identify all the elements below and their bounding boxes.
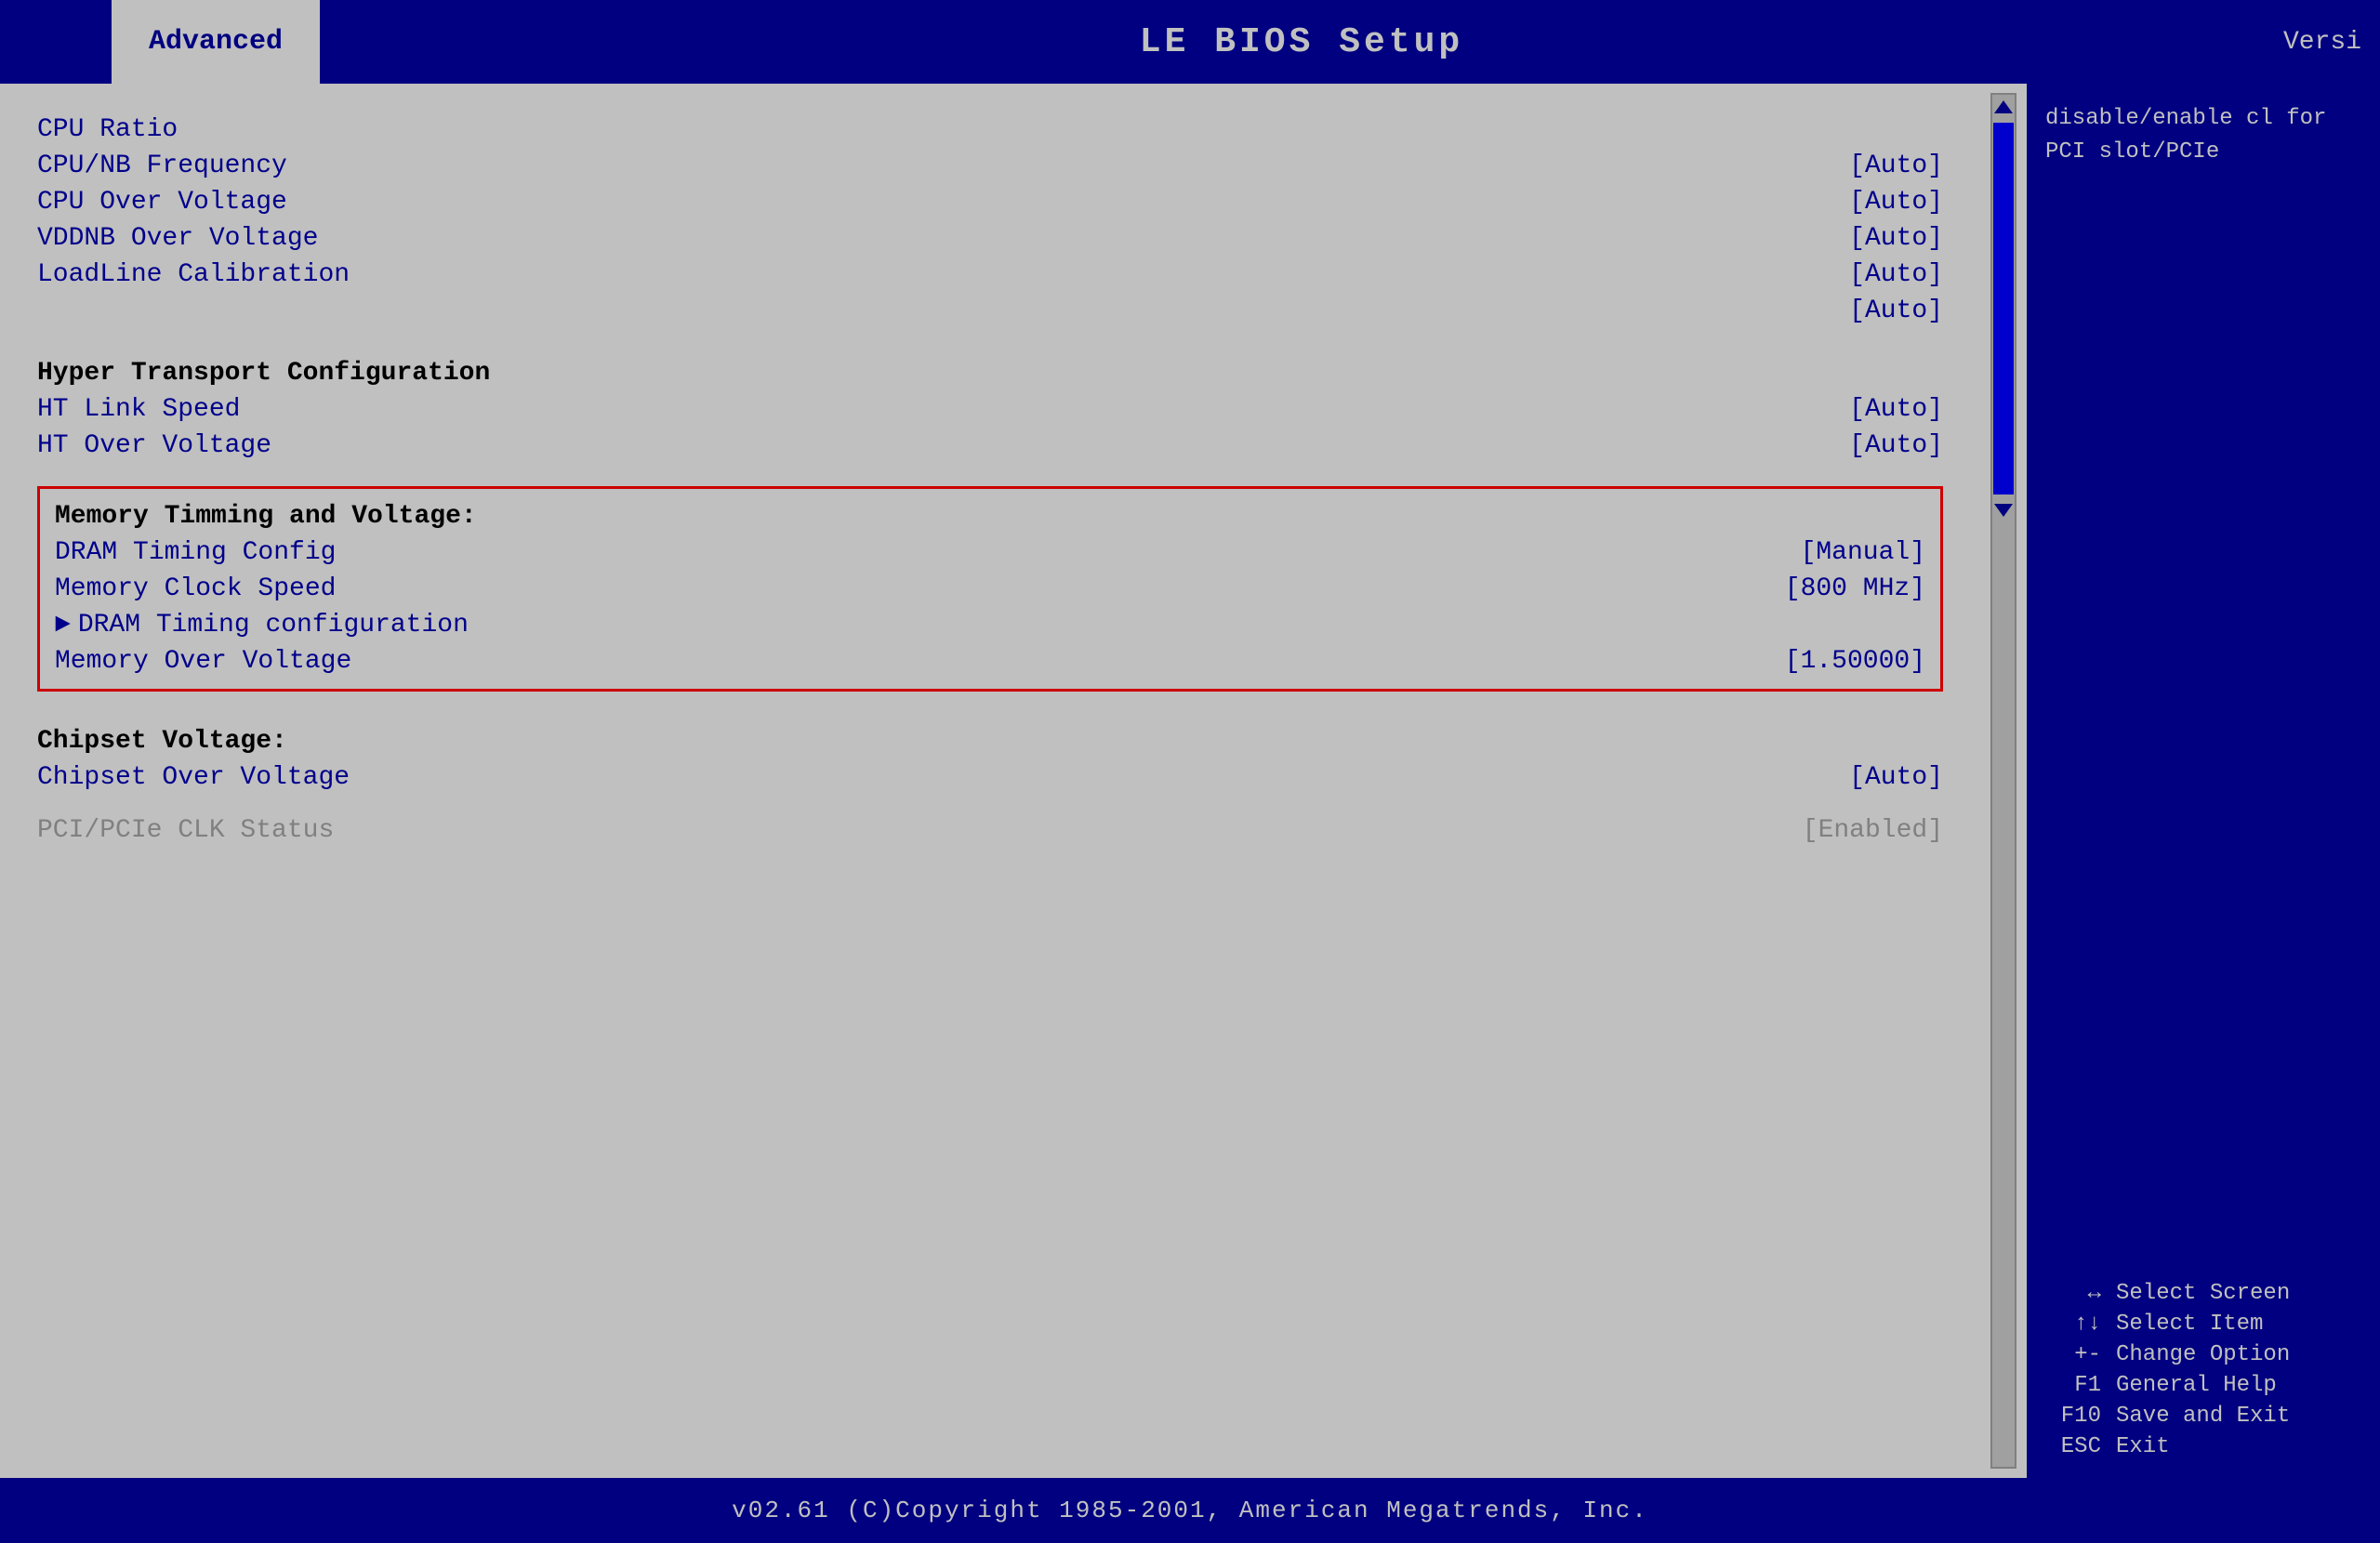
- pci-pcie-value: [Enabled]: [1803, 816, 1943, 845]
- memory-section-highlight: Memory Timming and Voltage: DRAM Timing …: [37, 486, 1943, 692]
- dram-timing-config-label: DRAM Timing Config: [55, 538, 336, 567]
- spacer: [37, 697, 1943, 714]
- loadline-value: [Auto]: [1849, 260, 1943, 289]
- key-help-row: F10 Save and Exit: [2045, 1404, 2361, 1429]
- key-desc-f10: Save and Exit: [2116, 1404, 2290, 1429]
- footer: v02.61 (C)Copyright 1985-2001, American …: [0, 1478, 2380, 1543]
- chipset-section-header: Chipset Voltage:: [37, 714, 1943, 759]
- content-panel: CPU Ratio CPU/NB Frequency [Auto] CPU Ov…: [0, 84, 1980, 1478]
- bios-screen: Advanced LE BIOS Setup Versi CPU Ratio C…: [0, 0, 2380, 1543]
- spacer: [37, 464, 1943, 481]
- list-item[interactable]: CPU Ratio: [37, 112, 1943, 148]
- chipset-over-voltage-value: [Auto]: [1849, 763, 1943, 792]
- list-item[interactable]: VDDNB Over Voltage [Auto]: [37, 220, 1943, 257]
- cpu-ratio-label: CPU Ratio: [37, 115, 178, 144]
- key-symbol-f10: F10: [2045, 1404, 2101, 1429]
- key-symbol-pm: +-: [2045, 1342, 2101, 1367]
- list-item[interactable]: PCI/PCIe CLK Status [Enabled]: [37, 812, 1943, 849]
- ht-link-speed-value: [Auto]: [1849, 395, 1943, 424]
- key-desc-esc: Exit: [2116, 1434, 2170, 1459]
- key-symbol-lr: ↔: [2045, 1281, 2101, 1306]
- key-help-row: ↔ Select Screen: [2045, 1281, 2361, 1306]
- key-symbol-f1: F1: [2045, 1373, 2101, 1398]
- vddnb-value: [Auto]: [1849, 224, 1943, 253]
- key-help-row: ↑↓ Select Item: [2045, 1312, 2361, 1337]
- key-desc-f1: General Help: [2116, 1373, 2277, 1398]
- tab-advanced[interactable]: Advanced: [112, 0, 320, 84]
- header-title: LE BIOS Setup: [320, 0, 2283, 84]
- memory-clock-speed-label: Memory Clock Speed: [55, 574, 336, 603]
- list-item: [Auto]: [37, 293, 1943, 329]
- cpu-over-voltage-label: CPU Over Voltage: [37, 188, 287, 217]
- list-item[interactable]: Memory Clock Speed [800 MHz]: [55, 571, 1925, 607]
- key-help-row: F1 General Help: [2045, 1373, 2361, 1398]
- memory-over-voltage-label: Memory Over Voltage: [55, 647, 351, 676]
- vddnb-label: VDDNB Over Voltage: [37, 224, 318, 253]
- scrollbar-arrow-down[interactable]: [1994, 504, 2013, 517]
- key-symbol-ud: ↑↓: [2045, 1312, 2101, 1337]
- scrollbar-arrow-up[interactable]: [1994, 100, 2013, 113]
- extra-auto-value: [Auto]: [1849, 297, 1943, 325]
- spacer: [37, 329, 1943, 346]
- scrollbar-thumb[interactable]: [1993, 123, 2014, 495]
- right-info-text: disable/enable cl for PCI slot/PCIe: [2045, 102, 2361, 169]
- list-item[interactable]: LoadLine Calibration [Auto]: [37, 257, 1943, 293]
- list-item[interactable]: CPU Over Voltage [Auto]: [37, 184, 1943, 220]
- memory-over-voltage-value: [1.50000]: [1785, 647, 1925, 676]
- chipset-over-voltage-label: Chipset Over Voltage: [37, 763, 350, 792]
- cpu-over-voltage-value: [Auto]: [1849, 188, 1943, 217]
- scrollbar-area: [1980, 84, 2027, 1478]
- list-item[interactable]: HT Over Voltage [Auto]: [37, 428, 1943, 464]
- list-item[interactable]: DRAM Timing Config [Manual]: [55, 534, 1925, 571]
- ht-over-voltage-label: HT Over Voltage: [37, 431, 271, 460]
- key-help-row: ESC Exit: [2045, 1434, 2361, 1459]
- list-item[interactable]: CPU/NB Frequency [Auto]: [37, 148, 1943, 184]
- list-item[interactable]: Memory Over Voltage [1.50000]: [55, 643, 1925, 679]
- pci-pcie-label: PCI/PCIe CLK Status: [37, 816, 334, 845]
- dram-timing-config-sub-label: ►DRAM Timing configuration: [55, 611, 469, 640]
- ht-over-voltage-value: [Auto]: [1849, 431, 1943, 460]
- dram-timing-config-value: [Manual]: [1801, 538, 1925, 567]
- list-item[interactable]: Chipset Over Voltage [Auto]: [37, 759, 1943, 796]
- key-desc-lr: Select Screen: [2116, 1281, 2290, 1306]
- key-desc-pm: Change Option: [2116, 1342, 2290, 1367]
- list-item[interactable]: ►DRAM Timing configuration: [55, 607, 1925, 643]
- key-help-row: +- Change Option: [2045, 1342, 2361, 1367]
- header-version: Versi: [2283, 0, 2380, 84]
- top-bar: Advanced LE BIOS Setup Versi: [0, 0, 2380, 84]
- memory-section-header: Memory Timming and Voltage:: [55, 498, 1925, 534]
- ht-link-speed-label: HT Link Speed: [37, 395, 240, 424]
- cpu-nb-freq-value: [Auto]: [1849, 152, 1943, 180]
- cpu-nb-freq-label: CPU/NB Frequency: [37, 152, 287, 180]
- key-help-section: ↔ Select Screen ↑↓ Select Item +- Change…: [2045, 1281, 2361, 1459]
- footer-text: v02.61 (C)Copyright 1985-2001, American …: [732, 1497, 1648, 1524]
- spacer: [37, 796, 1943, 812]
- memory-clock-speed-value: [800 MHz]: [1785, 574, 1925, 603]
- key-desc-ud: Select Item: [2116, 1312, 2263, 1337]
- key-symbol-esc: ESC: [2045, 1434, 2101, 1459]
- main-area: CPU Ratio CPU/NB Frequency [Auto] CPU Ov…: [0, 84, 2380, 1478]
- loadline-label: LoadLine Calibration: [37, 260, 350, 289]
- right-panel: disable/enable cl for PCI slot/PCIe ↔ Se…: [2027, 84, 2380, 1478]
- list-item[interactable]: HT Link Speed [Auto]: [37, 391, 1943, 428]
- scrollbar-track[interactable]: [1990, 93, 2016, 1469]
- ht-section-header: Hyper Transport Configuration: [37, 346, 1943, 391]
